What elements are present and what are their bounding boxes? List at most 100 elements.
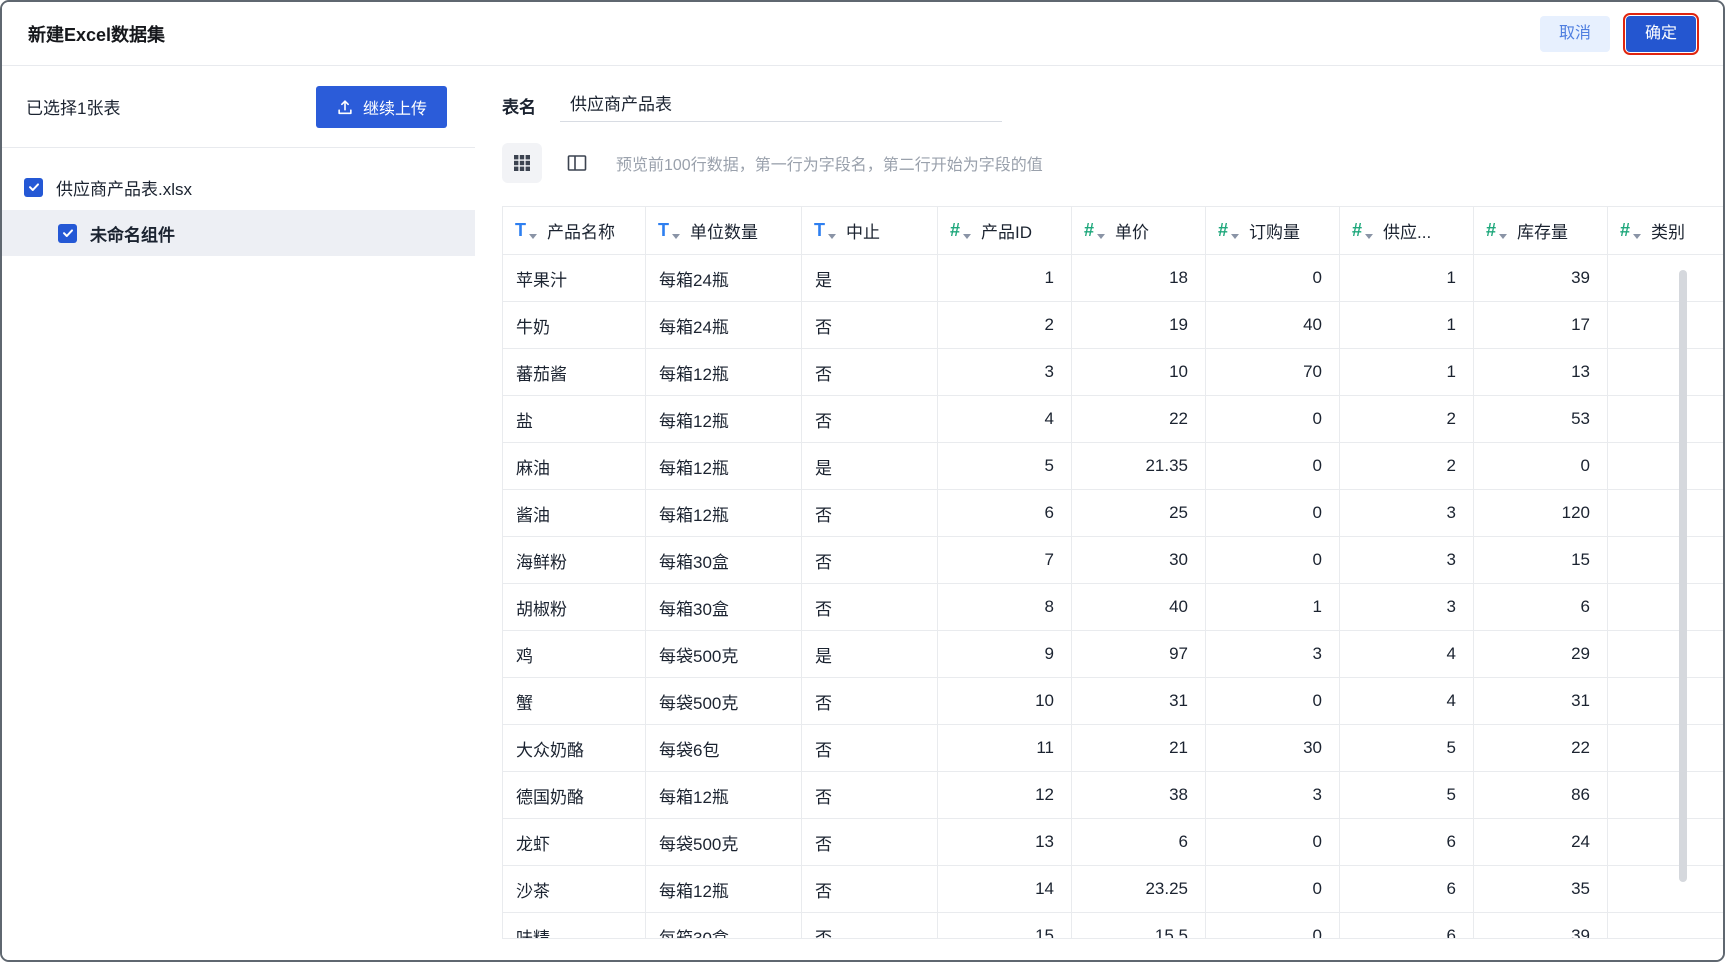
table-name-input[interactable]	[560, 88, 1002, 122]
table-cell: 6	[1340, 866, 1474, 913]
table-cell: 2	[1340, 396, 1474, 443]
table-cell	[1608, 302, 1724, 349]
table-cell: 每袋500克	[646, 678, 802, 725]
table-cell: 0	[1206, 913, 1340, 940]
text-type-icon[interactable]: T	[814, 220, 836, 241]
continue-upload-button[interactable]: 继续上传	[316, 86, 447, 128]
table-cell: 13	[1474, 349, 1608, 396]
column-label: 库存量	[1517, 218, 1568, 243]
table-cell: 40	[1206, 302, 1340, 349]
table-cell	[1608, 396, 1724, 443]
text-type-icon[interactable]: T	[515, 220, 537, 241]
table-cell: 龙虾	[503, 819, 646, 866]
column-header: # 类别	[1608, 207, 1724, 255]
table-cell: 1	[1206, 584, 1340, 631]
type-dropdown-caret[interactable]	[963, 234, 971, 239]
table-cell: 是	[802, 443, 938, 490]
table-cell: 1	[1340, 302, 1474, 349]
file-tree: 供应商产品表.xlsx 未命名组件	[2, 148, 475, 256]
column-label: 产品ID	[981, 218, 1032, 243]
number-type-icon[interactable]: #	[1352, 220, 1373, 241]
confirm-button[interactable]: 确定	[1626, 16, 1696, 52]
preview-toolbar: 预览前100行数据，第一行为字段名，第二行开始为字段的值	[502, 142, 1043, 184]
table-cell	[1608, 537, 1724, 584]
table-row: 鸡每袋500克是9973429	[503, 631, 1724, 678]
new-excel-dataset-dialog: 新建Excel数据集 取消 确定 已选择1张表 继续上传	[0, 0, 1725, 962]
column-header: T中止	[802, 207, 938, 255]
table-cell: 否	[802, 819, 938, 866]
number-type-icon[interactable]: #	[1620, 220, 1641, 241]
type-dropdown-caret[interactable]	[672, 234, 680, 239]
table-cell: 2	[1340, 443, 1474, 490]
table-cell: 21.35	[1072, 443, 1206, 490]
table-cell: 酱油	[503, 490, 646, 537]
table-cell: 12	[938, 772, 1072, 819]
table-row: 胡椒粉每箱30盒否840136	[503, 584, 1724, 631]
table-cell: 蕃茄酱	[503, 349, 646, 396]
column-view-icon[interactable]	[557, 143, 597, 183]
table-cell: 每箱24瓶	[646, 255, 802, 302]
table-cell: 7	[938, 537, 1072, 584]
file-name: 供应商产品表.xlsx	[56, 175, 192, 200]
number-type-icon[interactable]: #	[950, 220, 971, 241]
table-row: 苹果汁每箱24瓶是1180139	[503, 255, 1724, 302]
table-cell: 17	[1474, 302, 1608, 349]
table-cell: 70	[1206, 349, 1340, 396]
file-checkbox-checked[interactable]	[24, 178, 43, 197]
table-scrollbar[interactable]	[1679, 270, 1687, 882]
type-dropdown-caret[interactable]	[1365, 234, 1373, 239]
table-cell: 6	[1474, 584, 1608, 631]
type-dropdown-caret[interactable]	[1499, 234, 1507, 239]
table-row: 沙茶每箱12瓶否1423.250635	[503, 866, 1724, 913]
table-cell: 否	[802, 866, 938, 913]
component-item-selected[interactable]: 未命名组件	[2, 210, 475, 256]
number-type-icon[interactable]: #	[1084, 220, 1105, 241]
table-cell: 9	[938, 631, 1072, 678]
table-cell: 3	[1206, 631, 1340, 678]
table-cell: 15.5	[1072, 913, 1206, 940]
number-type-icon[interactable]: #	[1486, 220, 1507, 241]
file-item[interactable]: 供应商产品表.xlsx	[2, 164, 475, 210]
table-row: 牛奶每箱24瓶否21940117	[503, 302, 1724, 349]
cancel-button[interactable]: 取消	[1540, 16, 1610, 52]
column-label: 类别	[1651, 218, 1685, 243]
table-cell: 35	[1474, 866, 1608, 913]
number-type-icon[interactable]: #	[1218, 220, 1239, 241]
table-cell: 25	[1072, 490, 1206, 537]
table-cell	[1608, 584, 1724, 631]
table-row: 德国奶酪每箱12瓶否12383586	[503, 772, 1724, 819]
table-cell: 5	[1340, 725, 1474, 772]
grid-view-icon[interactable]	[502, 143, 542, 183]
table-cell: 每箱12瓶	[646, 396, 802, 443]
type-dropdown-caret[interactable]	[529, 234, 537, 239]
text-type-icon[interactable]: T	[658, 220, 680, 241]
type-dropdown-caret[interactable]	[1097, 234, 1105, 239]
table-cell: 0	[1206, 255, 1340, 302]
column-header: T单位数量	[646, 207, 802, 255]
table-cell: 每箱12瓶	[646, 349, 802, 396]
table-cell: 30	[1072, 537, 1206, 584]
column-header: T产品名称	[503, 207, 646, 255]
table-cell: 鸡	[503, 631, 646, 678]
column-header: # 库存量	[1474, 207, 1608, 255]
table-cell: 1	[938, 255, 1072, 302]
table-cell: 否	[802, 678, 938, 725]
table-row: 蕃茄酱每箱12瓶否31070113	[503, 349, 1724, 396]
component-checkbox-checked[interactable]	[58, 224, 77, 243]
table-cell: 0	[1206, 678, 1340, 725]
table-cell: 5	[938, 443, 1072, 490]
preview-table-wrap: T产品名称T单位数量T中止#产品ID#单价#订购量#供应...#库存量#类别 苹…	[502, 206, 1723, 939]
preview-table: T产品名称T单位数量T中止#产品ID#单价#订购量#供应...#库存量#类别 苹…	[502, 206, 1723, 939]
table-cell: 3	[1340, 537, 1474, 584]
table-cell	[1608, 255, 1724, 302]
type-dropdown-caret[interactable]	[1633, 234, 1641, 239]
type-dropdown-caret[interactable]	[1231, 234, 1239, 239]
table-cell: 15	[938, 913, 1072, 940]
table-cell: 沙茶	[503, 866, 646, 913]
table-cell: 23.25	[1072, 866, 1206, 913]
table-cell: 13	[938, 819, 1072, 866]
table-cell: 0	[1206, 443, 1340, 490]
table-cell: 30	[1206, 725, 1340, 772]
table-cell	[1608, 631, 1724, 678]
type-dropdown-caret[interactable]	[828, 234, 836, 239]
